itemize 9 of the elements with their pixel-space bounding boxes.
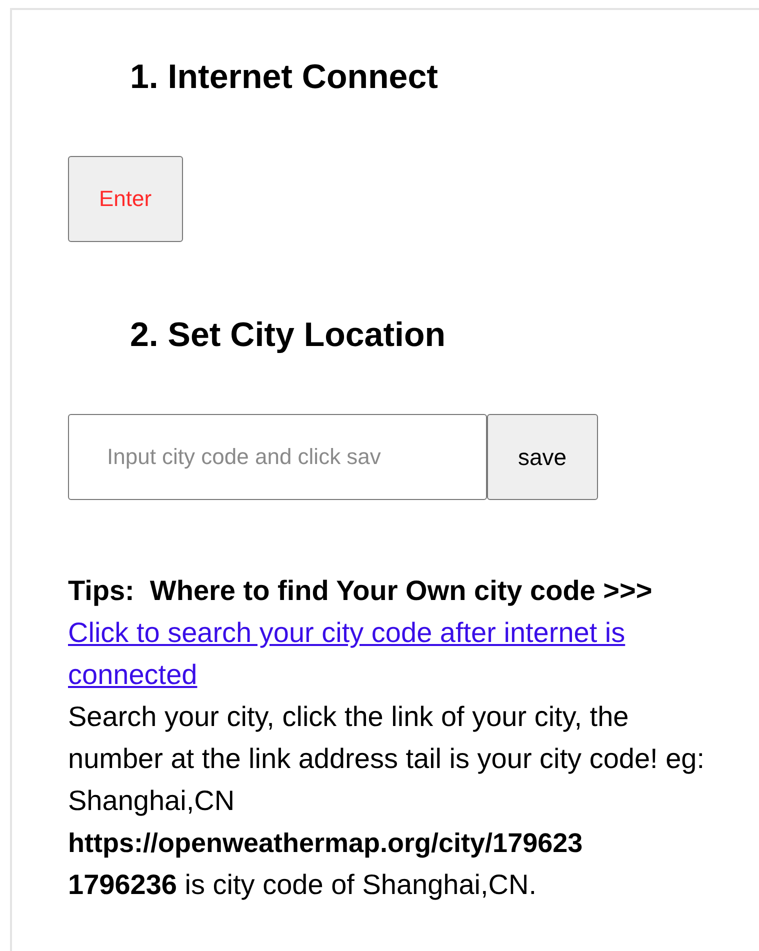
search-link[interactable]: Click to search your city code after internet is connected	[68, 612, 628, 696]
save-button[interactable]: save	[487, 414, 598, 500]
example-url: https://openweathermap.org/city/179623	[68, 827, 583, 860]
tips-description: Search your city, click the link of your city, the number at the link address tail is your city code! eg: Shanghai,CN	[68, 700, 706, 818]
city-code-field[interactable]: Input city code and click sav	[68, 414, 487, 500]
section-heading: 2. Set City Location	[130, 315, 446, 356]
tips-title: Tips: Where to find Your Own city code >>>	[68, 574, 654, 608]
city-code-note: 1796236 is city code of Shanghai,CN.	[68, 868, 538, 902]
section-heading: 1. Internet Connect	[130, 57, 439, 98]
